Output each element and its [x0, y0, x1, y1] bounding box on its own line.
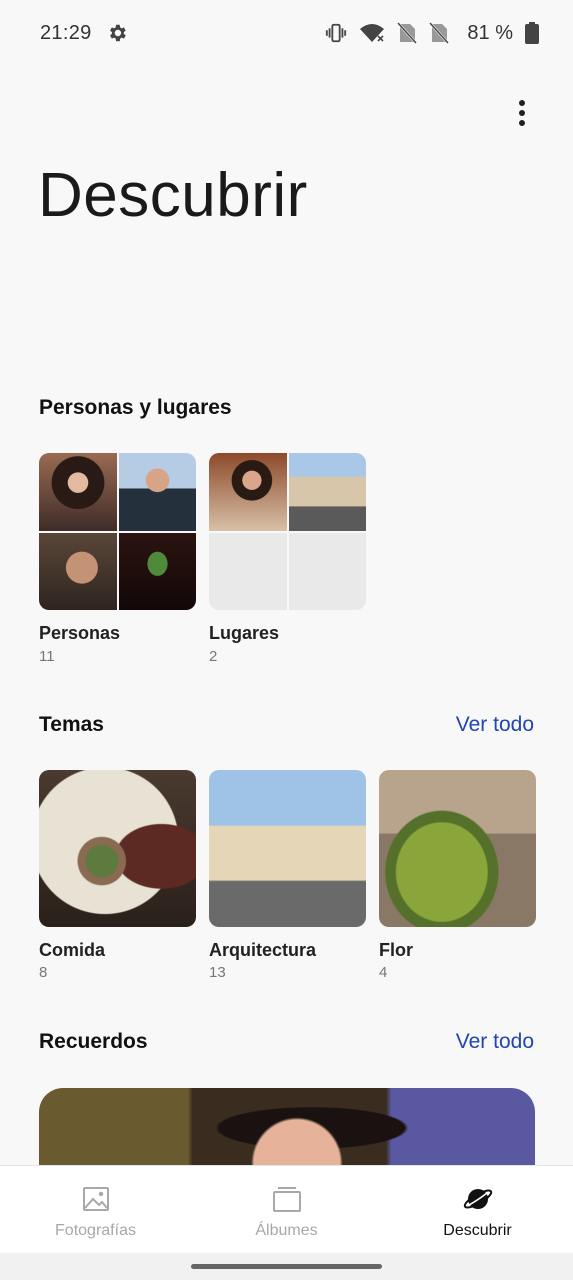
- memories-header: Recuerdos Ver todo: [39, 1030, 534, 1054]
- section-title-themes: Temas: [39, 713, 104, 736]
- themes-see-all-link[interactable]: Ver todo: [456, 713, 534, 737]
- person-thumbnail: [118, 453, 196, 531]
- bottom-nav: Fotografías Álbumes Descubrir: [0, 1165, 573, 1253]
- page-title: Descubrir: [38, 161, 308, 230]
- gear-icon: [109, 24, 126, 42]
- person-thumbnail: [118, 532, 196, 610]
- place-thumbnail: [209, 453, 287, 531]
- tile-label-flower: Flor: [379, 940, 413, 960]
- nav-item-photos[interactable]: Fotografías: [0, 1166, 191, 1253]
- home-gesture-bar[interactable]: [191, 1264, 382, 1269]
- battery-icon: [525, 22, 539, 44]
- theme-flower-tile[interactable]: [379, 770, 536, 927]
- place-thumbnail: [288, 453, 366, 531]
- place-placeholder: [288, 532, 366, 610]
- tile-label-food: Comida: [39, 940, 106, 960]
- nav-item-albums[interactable]: Álbumes: [191, 1166, 382, 1253]
- status-bar: 21:29 81 %: [0, 0, 573, 66]
- gesture-area: [0, 1253, 573, 1280]
- tile-count-flower: 4: [379, 964, 388, 981]
- themes-header: Temas Ver todo: [39, 713, 534, 737]
- more-vert-icon: [519, 100, 525, 106]
- more-options-button[interactable]: [511, 96, 533, 130]
- more-vert-dot: [519, 120, 525, 126]
- tile-count-places: 2: [209, 648, 218, 665]
- battery-level: 81 %: [467, 21, 513, 44]
- people-album-tile[interactable]: [39, 453, 196, 610]
- theme-architecture-tile[interactable]: [209, 770, 366, 927]
- tile-count-architecture: 13: [209, 964, 226, 981]
- people-places-header: Personas y lugares: [39, 396, 534, 420]
- more-vert-dot: [519, 110, 525, 116]
- places-album-tile[interactable]: [209, 453, 366, 610]
- person-thumbnail: [39, 453, 117, 531]
- section-title-people-places: Personas y lugares: [39, 396, 232, 419]
- nav-label-albums: Álbumes: [255, 1222, 318, 1239]
- wifi-icon: [360, 24, 385, 42]
- memories-see-all-link[interactable]: Ver todo: [456, 1030, 534, 1054]
- theme-food-tile[interactable]: [39, 770, 196, 927]
- no-sim-icon: [397, 22, 418, 44]
- tile-count-food: 8: [39, 964, 48, 981]
- no-sim-icon: [429, 22, 450, 44]
- photo-icon: [82, 1187, 109, 1211]
- tile-label-places: Lugares: [209, 623, 280, 643]
- nav-label-photos: Fotografías: [55, 1222, 136, 1239]
- vibrate-icon: [326, 23, 347, 43]
- nav-label-discover: Descubrir: [443, 1222, 512, 1239]
- tile-count-people: 11: [39, 648, 55, 665]
- person-thumbnail: [39, 532, 117, 610]
- place-placeholder: [209, 532, 287, 610]
- albums-icon: [272, 1187, 301, 1212]
- nav-item-discover[interactable]: Descubrir: [382, 1166, 573, 1253]
- planet-icon: [463, 1189, 492, 1209]
- tile-label-architecture: Arquitectura: [209, 940, 317, 960]
- status-time: 21:29: [40, 21, 92, 44]
- tile-label-people: Personas: [39, 623, 121, 643]
- section-title-memories: Recuerdos: [39, 1030, 148, 1053]
